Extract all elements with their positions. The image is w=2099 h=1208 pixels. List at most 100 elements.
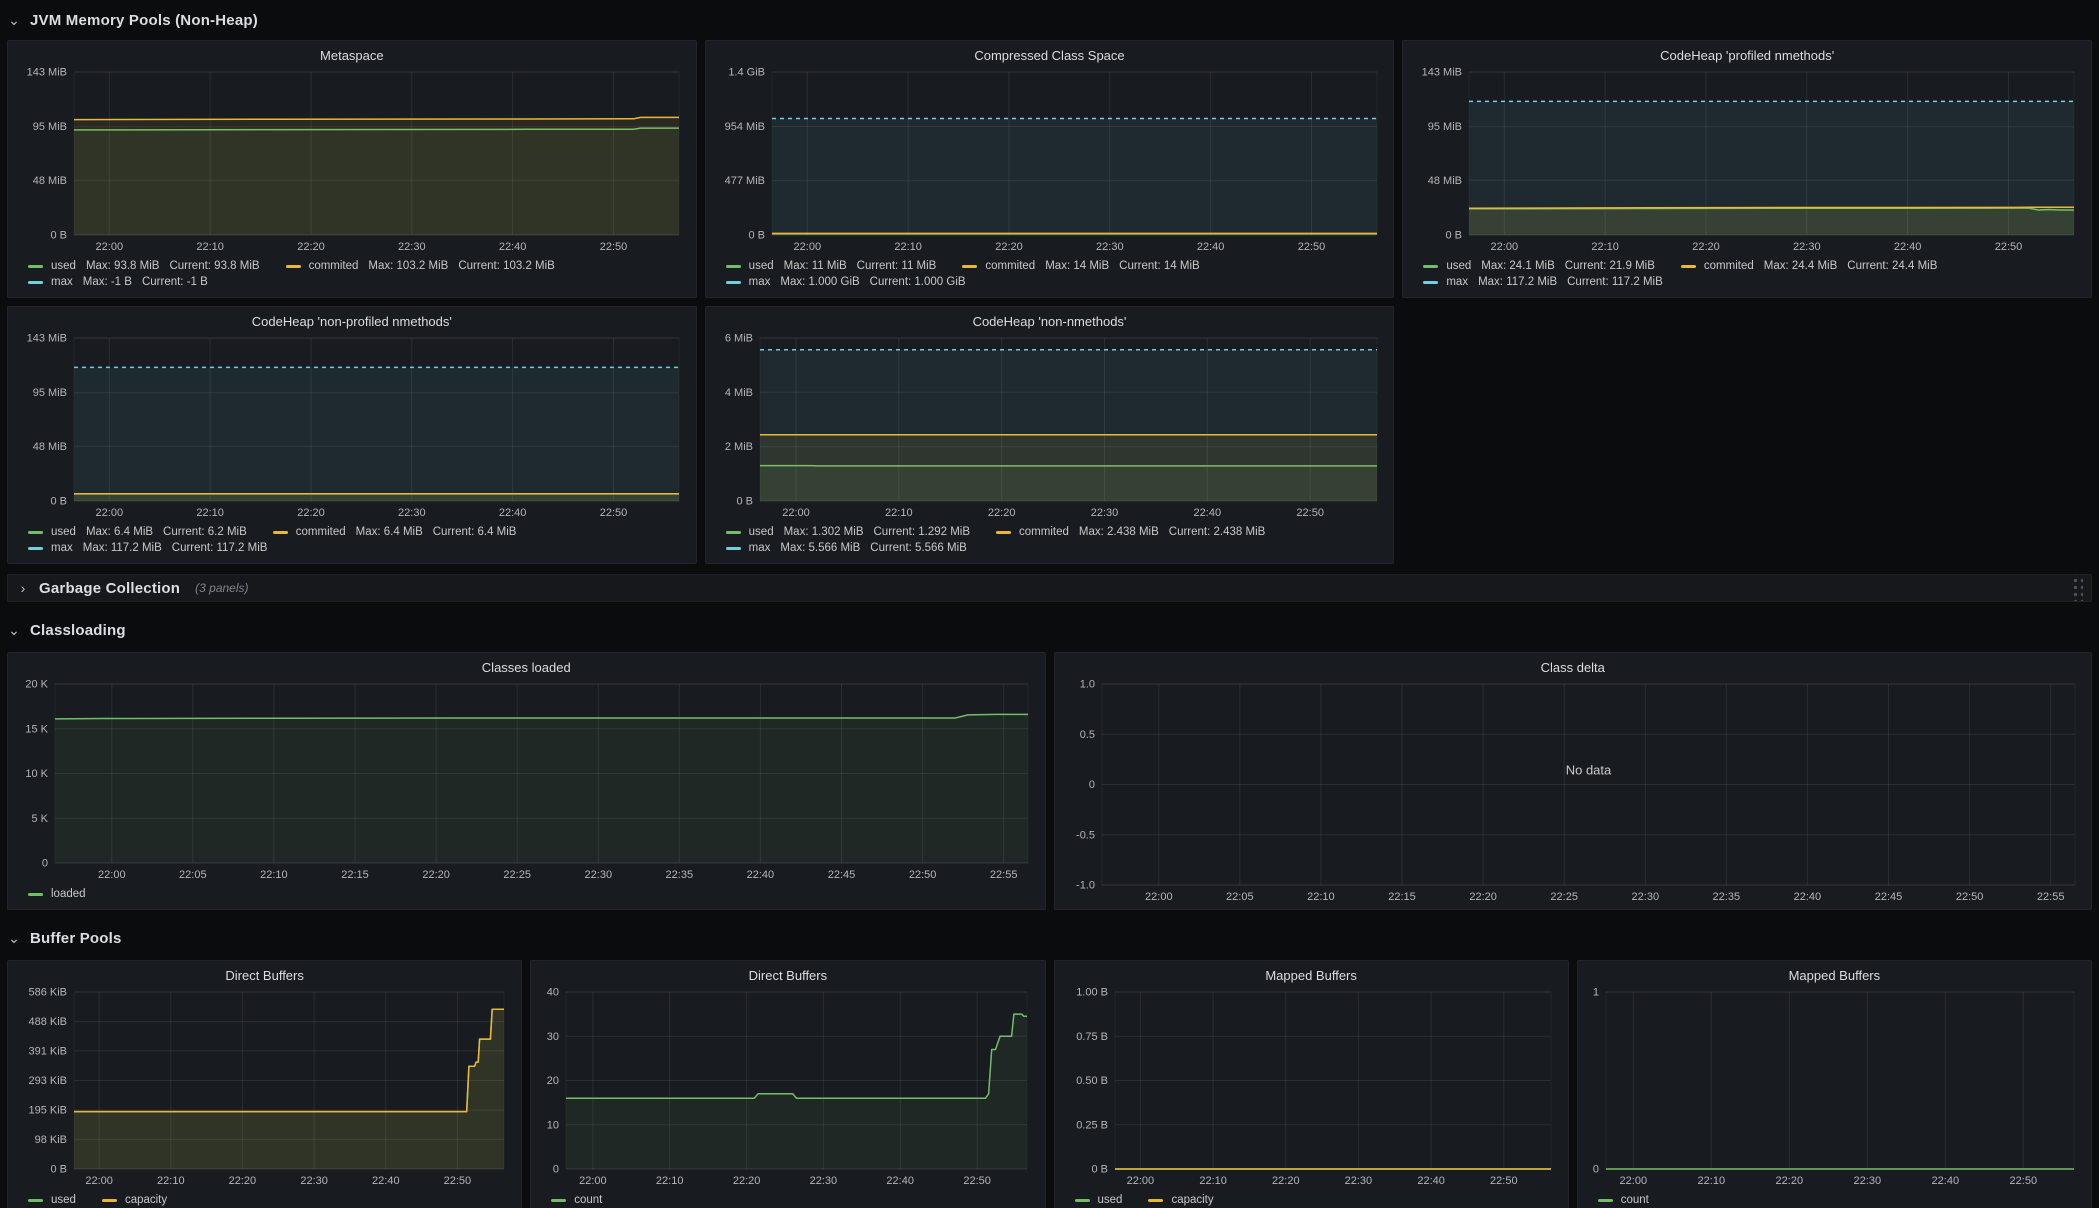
legend-series-marker	[996, 531, 1011, 534]
panel-title[interactable]: Compressed Class Space	[714, 44, 1386, 67]
codeheap-non-profiled-plot[interactable]: 22:0022:1022:2022:3022:4022:500 B48 MiB9…	[16, 333, 688, 521]
chart-canvas[interactable]: 22:0022:1022:2022:3022:4022:500 B0.25 B0…	[1063, 987, 1560, 1189]
row-drag-handle-icon[interactable]	[2071, 575, 2083, 601]
codeheap-non-nmethods-plot[interactable]: 22:0022:1022:2022:3022:4022:500 B2 MiB4 …	[714, 333, 1386, 521]
chart-canvas[interactable]: 22:0022:1022:2022:3022:4022:500 B48 MiB9…	[16, 67, 688, 255]
legend-series-name: used	[51, 526, 76, 538]
panel-title[interactable]: CodeHeap 'non-nmethods'	[714, 310, 1386, 333]
legend-item-count[interactable]: count	[1598, 1194, 1649, 1206]
legend-series-name: commited	[1019, 526, 1069, 538]
chart-canvas[interactable]: 22:0022:1022:2022:3022:4022:500 B2 MiB4 …	[714, 333, 1386, 521]
series-line-used	[74, 1009, 504, 1111]
compressed-class-space-plot[interactable]: 22:0022:1022:2022:3022:4022:500 B477 MiB…	[714, 67, 1386, 255]
legend-item-used[interactable]: used	[28, 1194, 76, 1206]
section-row-classloading[interactable]: ⌄ Classloading	[7, 616, 2092, 644]
chart-canvas[interactable]: 22:0022:1022:2022:3022:4022:500 B48 MiB9…	[1411, 67, 2083, 255]
direct-buffers-bytes-plot[interactable]: 22:0022:1022:2022:3022:4022:500 B98 KiB1…	[16, 987, 513, 1189]
y-tick-label: 98 KiB	[35, 1134, 67, 1146]
y-tick-label: 0 B	[50, 496, 67, 508]
section-row-garbage-collection[interactable]: › Garbage Collection (3 panels)	[7, 574, 2092, 602]
legend-series-name: count	[574, 1194, 602, 1206]
legend-max-value: Max: 24.1 MiB	[1481, 260, 1555, 272]
legend-item-max[interactable]: maxMax: 1.000 GiBCurrent: 1.000 GiB	[726, 276, 966, 288]
mapped-buffers-count-plot[interactable]: 22:0022:1022:2022:3022:4022:5001	[1586, 987, 2083, 1189]
legend-series-name: commited	[296, 526, 346, 538]
x-tick-label: 22:00	[1145, 891, 1173, 903]
x-tick-label: 22:00	[793, 241, 821, 253]
legend-item-used[interactable]: usedMax: 6.4 MiBCurrent: 6.2 MiB	[28, 526, 247, 538]
legend-item-max[interactable]: maxMax: 5.566 MiBCurrent: 5.566 MiB	[726, 542, 967, 554]
legend-current-value: Current: 14 MiB	[1119, 260, 1200, 272]
chart-canvas[interactable]: 22:0022:1022:2022:3022:4022:500 B477 MiB…	[714, 67, 1386, 255]
legend-item-used[interactable]: usedMax: 24.1 MiBCurrent: 21.9 MiB	[1423, 260, 1655, 272]
panel-title[interactable]: CodeHeap 'non-profiled nmethods'	[16, 310, 688, 333]
section-row-jvm-memory-pools[interactable]: ⌄ JVM Memory Pools (Non-Heap)	[7, 6, 2092, 34]
y-tick-label: 15 K	[25, 723, 48, 735]
panel-title[interactable]: Direct Buffers	[539, 964, 1036, 987]
panel-title[interactable]: Mapped Buffers	[1063, 964, 1560, 987]
x-tick-label: 22:30	[1853, 1175, 1881, 1187]
panel-codeheap-profiled-nmethods: CodeHeap 'profiled nmethods' 22:0022:102…	[1402, 40, 2092, 298]
legend-item-commited[interactable]: commitedMax: 24.4 MiBCurrent: 24.4 MiB	[1681, 260, 1937, 272]
classes-loaded-plot[interactable]: 22:0022:0522:1022:1522:2022:2522:3022:35…	[16, 679, 1037, 883]
legend-max-value: Max: 24.4 MiB	[1764, 260, 1838, 272]
chart-canvas[interactable]: 22:0022:1022:2022:3022:4022:5001	[1586, 987, 2083, 1189]
class-delta-plot[interactable]: 22:0022:0522:1022:1522:2022:2522:3022:35…	[1063, 679, 2084, 905]
chart-canvas[interactable]: 22:0022:0522:1022:1522:2022:2522:3022:35…	[16, 679, 1037, 883]
y-tick-label: 0.50 B	[1076, 1075, 1108, 1087]
legend-item-max[interactable]: maxMax: 117.2 MiBCurrent: 117.2 MiB	[1423, 276, 1662, 288]
legend-item-commited[interactable]: commitedMax: 2.438 MiBCurrent: 2.438 MiB	[996, 526, 1265, 538]
codeheap-profiled-plot[interactable]: 22:0022:1022:2022:3022:4022:500 B48 MiB9…	[1411, 67, 2083, 255]
legend-item-count[interactable]: count	[551, 1194, 602, 1206]
y-tick-label: -1.0	[1076, 880, 1095, 892]
legend-item-used[interactable]: used	[1075, 1194, 1123, 1206]
legend-item-max[interactable]: maxMax: -1 BCurrent: -1 B	[28, 276, 208, 288]
legend-item-capacity[interactable]: capacity	[102, 1194, 167, 1206]
legend-item-commited[interactable]: commitedMax: 14 MiBCurrent: 14 MiB	[962, 260, 1199, 272]
chart-canvas[interactable]: 22:0022:1022:2022:3022:4022:500 B98 KiB1…	[16, 987, 513, 1189]
metaspace-plot[interactable]: 22:0022:1022:2022:3022:4022:500 B48 MiB9…	[16, 67, 688, 255]
legend-current-value: Current: 21.9 MiB	[1565, 260, 1655, 272]
x-tick-label: 22:15	[1388, 891, 1416, 903]
direct-buffers-count-plot[interactable]: 22:0022:1022:2022:3022:4022:50010203040	[539, 987, 1036, 1189]
chart-canvas[interactable]: 22:0022:1022:2022:3022:4022:50010203040	[539, 987, 1036, 1189]
panel-title[interactable]: Direct Buffers	[16, 964, 513, 987]
legend-item-capacity[interactable]: capacity	[1148, 1194, 1213, 1206]
legend-current-value: Current: 1.292 MiB	[874, 526, 971, 538]
chart-canvas[interactable]: 22:0022:0522:1022:1522:2022:2522:3022:35…	[1063, 679, 2084, 905]
x-tick-label: 22:20	[297, 241, 325, 253]
panel-title[interactable]: Class delta	[1063, 656, 2084, 679]
section-row-buffer-pools[interactable]: ⌄ Buffer Pools	[7, 924, 2092, 952]
legend-series-marker	[28, 1199, 43, 1202]
series-line-loaded	[55, 714, 1028, 719]
chart-canvas[interactable]: 22:0022:1022:2022:3022:4022:500 B48 MiB9…	[16, 333, 688, 521]
panel-title[interactable]: CodeHeap 'profiled nmethods'	[1411, 44, 2083, 67]
x-tick-label: 22:20	[995, 241, 1023, 253]
y-tick-label: 143 MiB	[27, 333, 67, 345]
legend-series-name: capacity	[125, 1194, 167, 1206]
panel-title[interactable]: Metaspace	[16, 44, 688, 67]
legend-series-marker	[28, 893, 43, 896]
legend-item-commited[interactable]: commitedMax: 6.4 MiBCurrent: 6.4 MiB	[273, 526, 517, 538]
y-tick-label: 40	[547, 987, 559, 999]
legend-item-used[interactable]: usedMax: 11 MiBCurrent: 11 MiB	[726, 260, 937, 272]
x-tick-label: 22:00	[1126, 1175, 1154, 1187]
x-tick-label: 22:00	[579, 1175, 607, 1187]
y-tick-label: 6 MiB	[725, 333, 753, 345]
y-tick-label: 195 KiB	[28, 1105, 67, 1117]
legend-item-max[interactable]: maxMax: 117.2 MiBCurrent: 117.2 MiB	[28, 542, 267, 554]
legend-item-loaded[interactable]: loaded	[28, 888, 86, 900]
y-tick-label: 2 MiB	[725, 441, 753, 453]
legend-series-name: max	[749, 542, 771, 554]
mapped-buffers-bytes-plot[interactable]: 22:0022:1022:2022:3022:4022:500 B0.25 B0…	[1063, 987, 1560, 1189]
x-tick-label: 22:10	[1307, 891, 1335, 903]
legend-item-used[interactable]: usedMax: 93.8 MiBCurrent: 93.8 MiB	[28, 260, 260, 272]
legend-current-value: Current: 6.2 MiB	[163, 526, 247, 538]
legend-item-used[interactable]: usedMax: 1.302 MiBCurrent: 1.292 MiB	[726, 526, 970, 538]
y-tick-label: 0.75 B	[1076, 1031, 1108, 1043]
codeheap-non-nmethods-legend: usedMax: 1.302 MiBCurrent: 1.292 MiB comm…	[714, 521, 1386, 559]
panel-title[interactable]: Classes loaded	[16, 656, 1037, 679]
section-title: Classloading	[30, 622, 126, 639]
legend-item-commited[interactable]: commitedMax: 103.2 MiBCurrent: 103.2 MiB	[286, 260, 555, 272]
panel-title[interactable]: Mapped Buffers	[1586, 964, 2083, 987]
